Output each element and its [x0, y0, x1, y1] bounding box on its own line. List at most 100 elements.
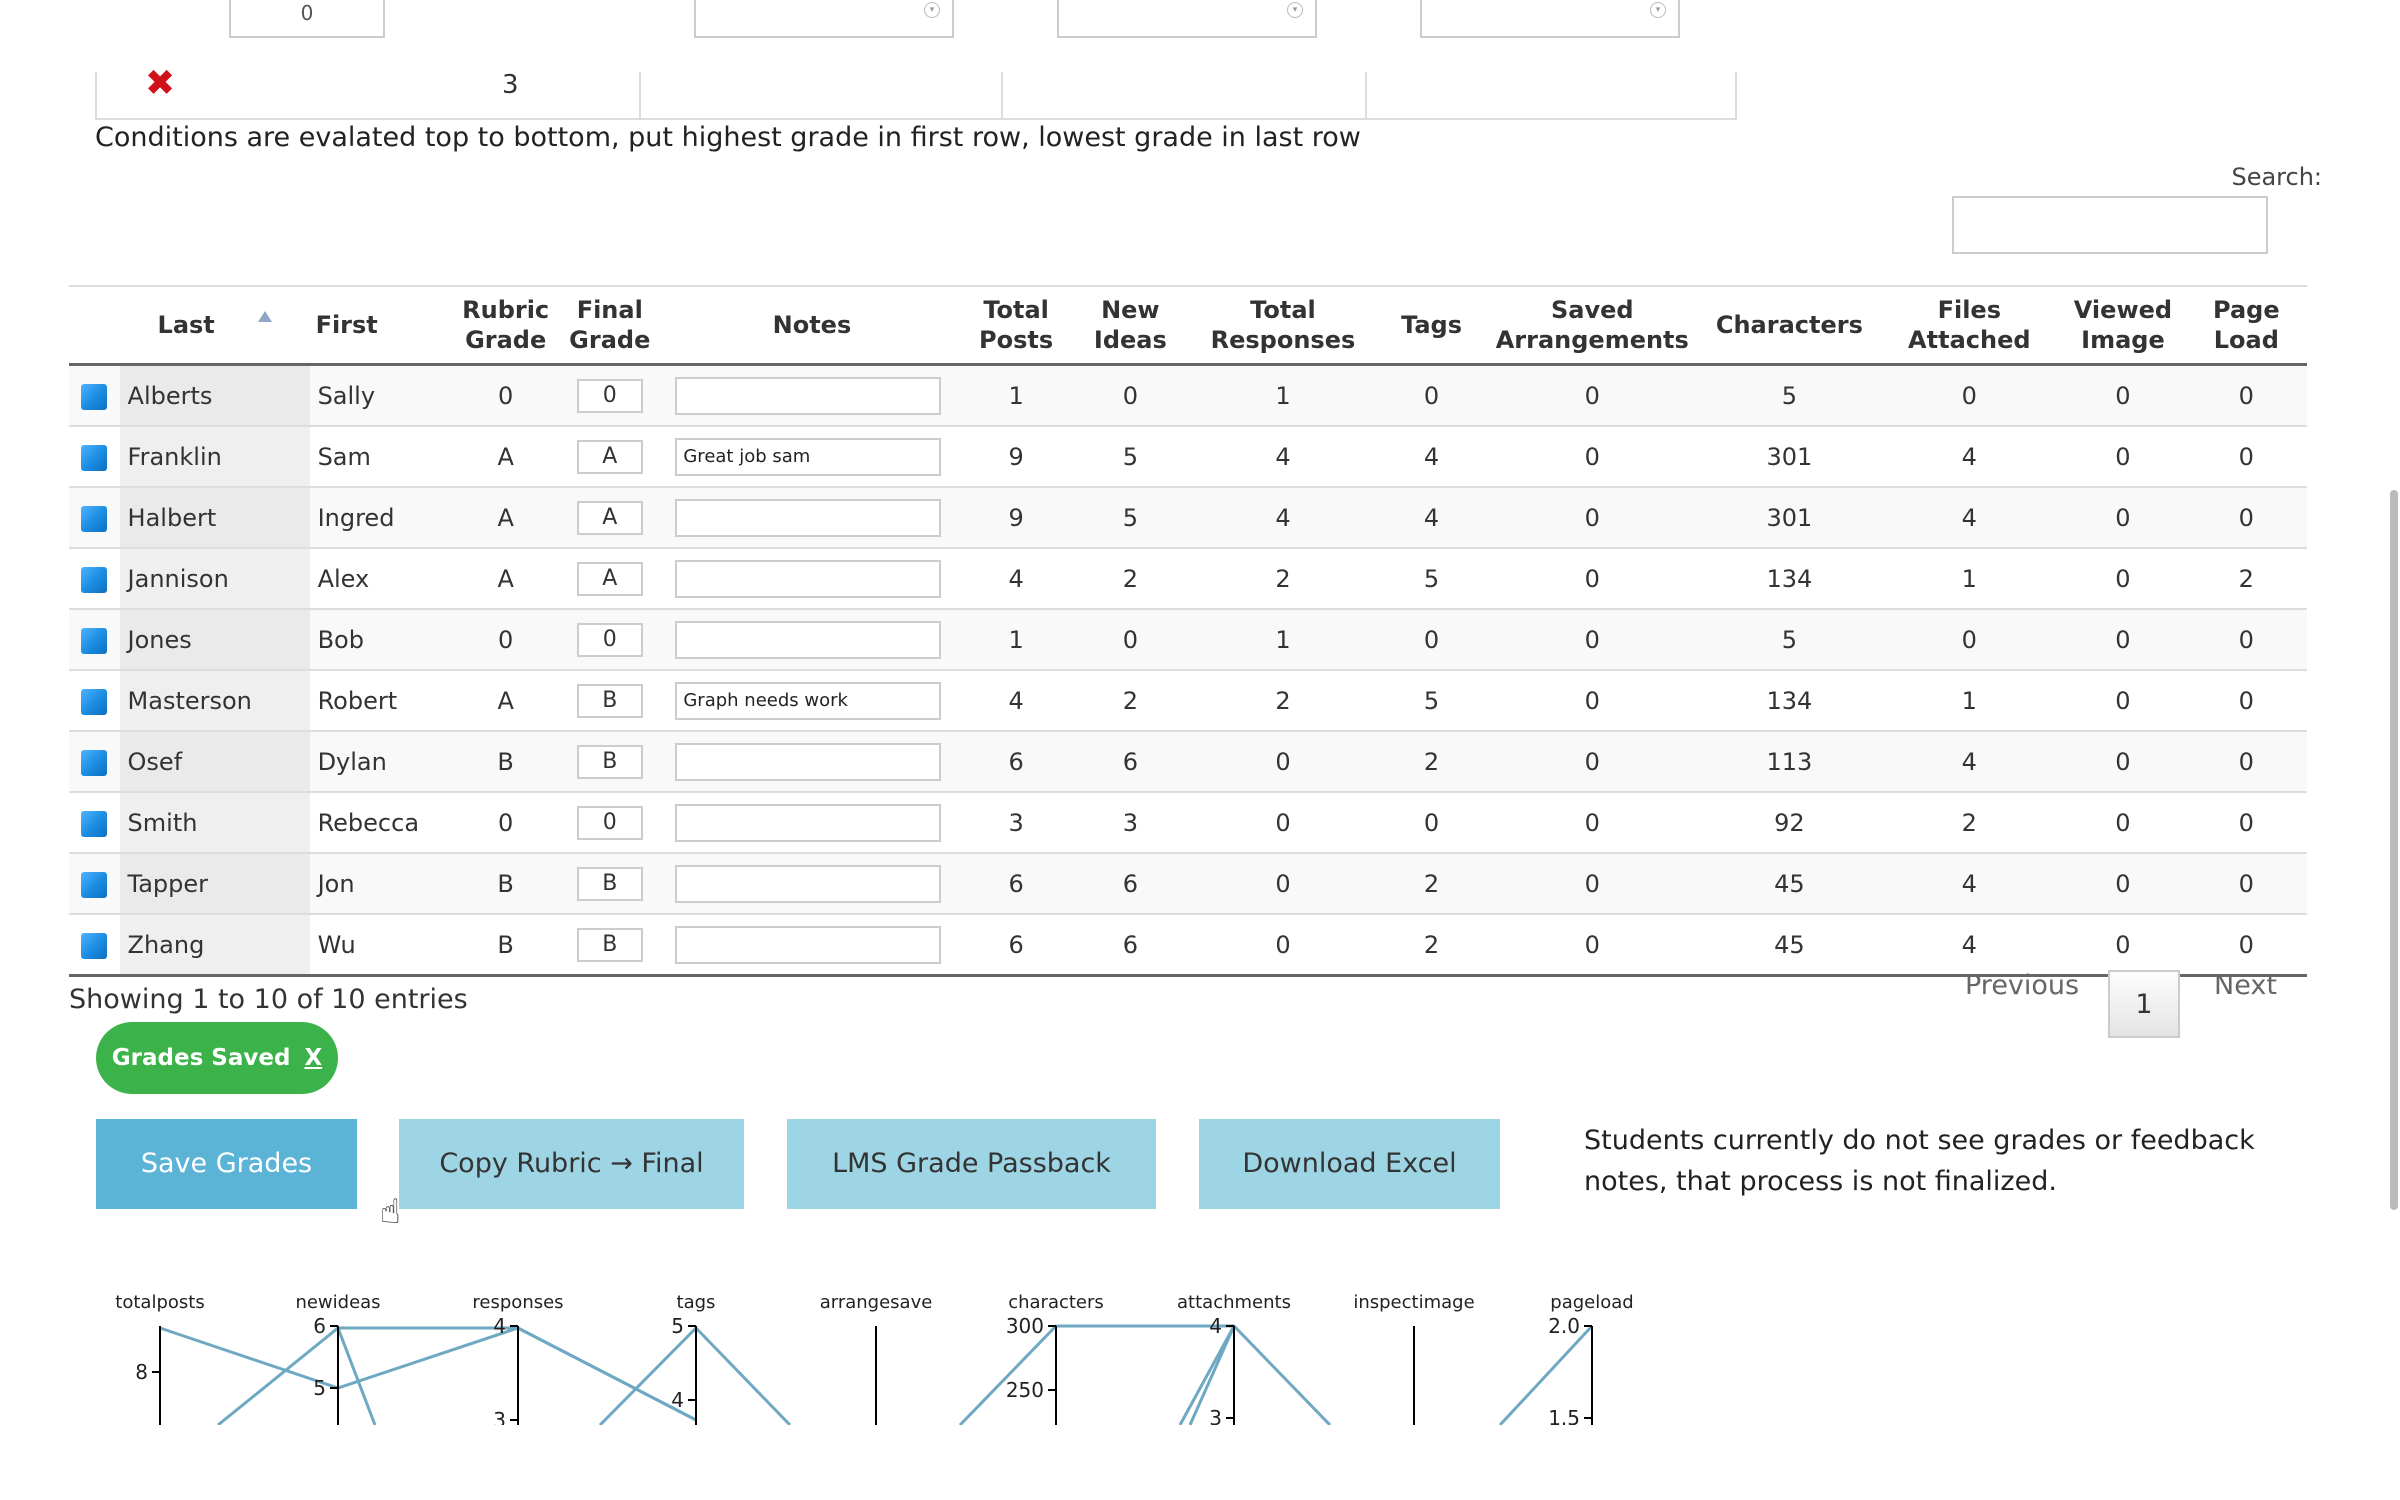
- cell-notes: [665, 914, 959, 977]
- student-icon[interactable]: [81, 810, 108, 837]
- header-tags[interactable]: Tags: [1378, 285, 1485, 366]
- cell-final-grade: 0: [554, 364, 666, 427]
- search-label: Search:: [2231, 163, 2322, 191]
- final-grade-input[interactable]: A: [576, 439, 643, 474]
- student-icon[interactable]: [81, 566, 108, 593]
- notes-input[interactable]: [675, 559, 942, 598]
- sort-ascending-icon[interactable]: [258, 311, 272, 322]
- close-badge-button[interactable]: X: [304, 1045, 322, 1071]
- cell-total-posts: 1: [958, 609, 1074, 671]
- axis-label-responses: responses: [472, 1292, 563, 1313]
- search-input[interactable]: [1952, 196, 2268, 254]
- cell-rubric-grade: A: [457, 426, 555, 488]
- student-icon[interactable]: [81, 871, 108, 898]
- cell-characters: 134: [1700, 670, 1879, 732]
- cell-tags: 2: [1378, 731, 1485, 793]
- final-grade-input[interactable]: B: [576, 683, 643, 718]
- cell-new-ideas: 2: [1073, 670, 1187, 732]
- header-viewed-image[interactable]: Viewed Image: [2060, 285, 2186, 366]
- student-icon[interactable]: [81, 444, 108, 471]
- tick-label: 250: [1006, 1378, 1044, 1402]
- header-page-load[interactable]: Page Load: [2185, 285, 2307, 366]
- student-icon[interactable]: [81, 749, 108, 776]
- notes-input[interactable]: [675, 803, 942, 842]
- condition-select-3[interactable]: ▾: [1420, 0, 1680, 38]
- condition-select-1[interactable]: ▾: [694, 0, 954, 38]
- copy-rubric-button[interactable]: Copy Rubric → Final: [399, 1119, 744, 1209]
- tick-label: 3: [1209, 1406, 1222, 1425]
- cell-viewed-image: 0: [2060, 853, 2186, 915]
- cell-page-load: 0: [2185, 487, 2307, 549]
- cell-final-grade: A: [554, 548, 666, 610]
- lms-passback-button[interactable]: LMS Grade Passback: [787, 1119, 1156, 1209]
- header-total-responses[interactable]: Total Responses: [1186, 285, 1379, 366]
- condition-select-2[interactable]: ▾: [1057, 0, 1317, 38]
- student-icon[interactable]: [81, 688, 108, 715]
- final-grade-input[interactable]: B: [576, 744, 643, 779]
- header-total-posts[interactable]: Total Posts: [958, 285, 1074, 366]
- student-icon[interactable]: [81, 383, 108, 410]
- final-grade-input[interactable]: B: [576, 927, 643, 962]
- parallel-coordinates-chart: totalposts 8 newideas 6 5 responses 4 3 tags 5 4 ar…: [100, 1290, 1660, 1425]
- save-grades-button[interactable]: Save Grades: [96, 1119, 357, 1209]
- header-notes[interactable]: Notes: [665, 285, 959, 366]
- notes-input[interactable]: [675, 498, 942, 537]
- final-grade-input[interactable]: 0: [576, 622, 643, 657]
- axis-label-newideas: newideas: [295, 1292, 380, 1313]
- cell-total-posts: 4: [958, 548, 1074, 610]
- table-row: Alberts Sally 0 0 1 0 1 0 0 5 0 0 0: [69, 364, 2307, 427]
- cell-first: Sam: [309, 426, 458, 488]
- next-page-button[interactable]: Next: [2214, 970, 2277, 1001]
- cell-total-posts: 9: [958, 487, 1074, 549]
- download-excel-button[interactable]: Download Excel: [1199, 1119, 1500, 1209]
- red-x-icon[interactable]: ✖: [145, 66, 175, 102]
- final-grade-input[interactable]: B: [576, 866, 643, 901]
- cell-final-grade: B: [554, 731, 666, 793]
- header-new-ideas[interactable]: New Ideas: [1073, 285, 1187, 366]
- cell-new-ideas: 6: [1073, 731, 1187, 793]
- notes-input[interactable]: [675, 742, 942, 781]
- previous-page-button[interactable]: Previous: [1965, 970, 2079, 1001]
- cell-total-responses: 1: [1186, 609, 1379, 671]
- student-icon[interactable]: [81, 932, 108, 959]
- row-icon-cell: [69, 731, 120, 793]
- notes-input[interactable]: [675, 864, 942, 903]
- cell-final-grade: A: [554, 426, 666, 488]
- notes-input[interactable]: [675, 620, 942, 659]
- header-characters[interactable]: Characters: [1700, 285, 1879, 366]
- notes-input[interactable]: [675, 376, 942, 415]
- cell-files-attached: 4: [1878, 731, 2061, 793]
- current-page-button[interactable]: 1: [2108, 970, 2180, 1038]
- notes-input[interactable]: Great job sam: [675, 437, 942, 476]
- cell-characters: 301: [1700, 487, 1879, 549]
- final-grade-input[interactable]: A: [576, 500, 643, 535]
- table-row: Franklin Sam A A Great job sam 9 5 4 4 0 301 4 0 0: [69, 426, 2307, 488]
- cell-tags: 0: [1378, 364, 1485, 427]
- cell-page-load: 0: [2185, 792, 2307, 854]
- cell-new-ideas: 5: [1073, 426, 1187, 488]
- cell-total-posts: 4: [958, 670, 1074, 732]
- min-value-input[interactable]: 0: [229, 0, 385, 38]
- final-grade-input[interactable]: 0: [576, 378, 643, 413]
- header-first[interactable]: First: [309, 285, 458, 366]
- header-rubric-grade[interactable]: Rubric Grade: [457, 285, 555, 366]
- header-final-grade[interactable]: Final Grade: [554, 285, 666, 366]
- final-grade-input[interactable]: A: [576, 561, 643, 596]
- chevron-down-icon: ▾: [924, 2, 940, 18]
- vertical-scrollbar[interactable]: [2390, 490, 2398, 1210]
- cell-saved-arrangements: 0: [1484, 548, 1701, 610]
- cell-last: Alberts: [119, 364, 310, 427]
- header-files-attached[interactable]: Files Attached: [1878, 285, 2061, 366]
- header-saved-arrangements[interactable]: Saved Arrangements: [1484, 285, 1701, 366]
- student-icon[interactable]: [81, 505, 108, 532]
- notes-input[interactable]: Graph needs work: [675, 681, 942, 720]
- header-last[interactable]: Last: [119, 285, 310, 366]
- final-grade-input[interactable]: 0: [576, 805, 643, 840]
- notes-input[interactable]: [675, 925, 942, 964]
- cell-notes: [665, 731, 959, 793]
- student-icon[interactable]: [81, 627, 108, 654]
- cell-rubric-grade: A: [457, 487, 555, 549]
- cell-last: Jones: [119, 609, 310, 671]
- cell-viewed-image: 0: [2060, 609, 2186, 671]
- cell-total-responses: 1: [1186, 364, 1379, 427]
